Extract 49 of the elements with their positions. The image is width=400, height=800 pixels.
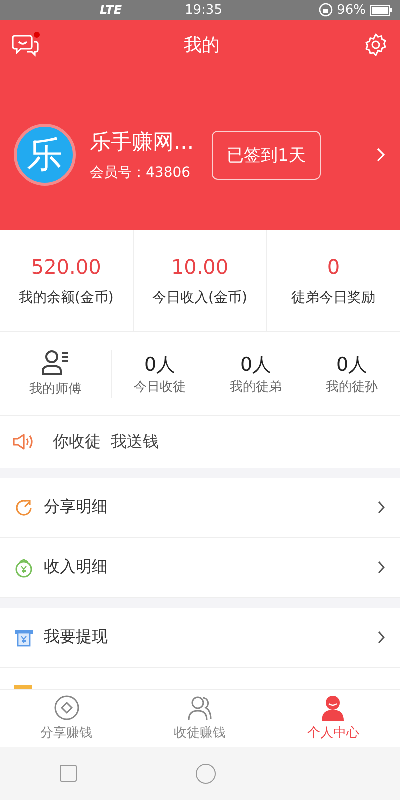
balance-label: 徒弟今日奖励 bbox=[292, 288, 376, 306]
tab[interactable]: 收徒赚钱 bbox=[133, 690, 267, 747]
tab[interactable]: 个人中心 bbox=[266, 690, 400, 747]
cash-machine-icon bbox=[14, 628, 34, 648]
money-bag-icon bbox=[14, 558, 34, 578]
share-arrow-icon bbox=[14, 498, 34, 518]
chat-bubbles-icon bbox=[12, 32, 40, 58]
network-indicator: LTE bbox=[100, 3, 122, 17]
team-count: 0人 bbox=[144, 352, 176, 378]
menu-row[interactable]: 分享明细 bbox=[0, 478, 400, 538]
messages-button[interactable] bbox=[12, 32, 40, 58]
avatar: 乐 bbox=[14, 124, 76, 186]
chevron-right-icon bbox=[377, 630, 386, 645]
settings-button[interactable] bbox=[364, 33, 388, 57]
member-id: 会员号：43806 bbox=[90, 164, 192, 182]
master-entry[interactable]: 我的师傅 bbox=[0, 350, 112, 398]
team-label: 今日收徒 bbox=[134, 378, 186, 396]
team-label: 我的徒孙 bbox=[326, 378, 378, 396]
team-count: 0人 bbox=[240, 352, 272, 378]
checkin-button[interactable]: 已签到1天 bbox=[212, 130, 321, 180]
team-label: 我的徒弟 bbox=[230, 378, 282, 396]
speaker-icon bbox=[13, 433, 35, 451]
balance-label: 今日收入(金币) bbox=[152, 288, 248, 306]
rotation-lock-icon bbox=[319, 3, 334, 17]
notice-text: 你收徒 我送钱 bbox=[53, 432, 160, 452]
diamond-coin-icon bbox=[54, 695, 80, 721]
settings-icon bbox=[364, 33, 388, 57]
battery-percent: 96% bbox=[337, 2, 366, 18]
master-label: 我的师傅 bbox=[30, 380, 82, 398]
team-count: 0人 bbox=[336, 352, 368, 378]
menu-label: 分享明细 bbox=[44, 497, 108, 518]
menu-label: 收入明细 bbox=[44, 557, 108, 578]
battery-icon bbox=[370, 4, 392, 16]
person-list-icon bbox=[40, 350, 70, 376]
chevron-right-icon bbox=[377, 560, 386, 575]
person-icon bbox=[320, 695, 346, 721]
tab[interactable]: 分享赚钱 bbox=[0, 690, 134, 747]
chevron-right-icon bbox=[377, 500, 386, 515]
chevron-right-icon[interactable] bbox=[376, 147, 386, 163]
balance-value: 520.00 bbox=[31, 254, 102, 278]
page-title: 我的 bbox=[184, 34, 220, 57]
balance-label: 我的余额(金币) bbox=[18, 288, 114, 306]
user-name: 乐手赚网... bbox=[90, 129, 194, 156]
clock: 19:35 bbox=[185, 2, 222, 18]
menu-label: 我要提现 bbox=[44, 627, 108, 648]
balance-value: 10.00 bbox=[171, 254, 229, 278]
people-icon bbox=[186, 695, 213, 721]
menu-row[interactable]: 收入明细 bbox=[0, 538, 400, 598]
balance-value: 0 bbox=[327, 254, 340, 278]
